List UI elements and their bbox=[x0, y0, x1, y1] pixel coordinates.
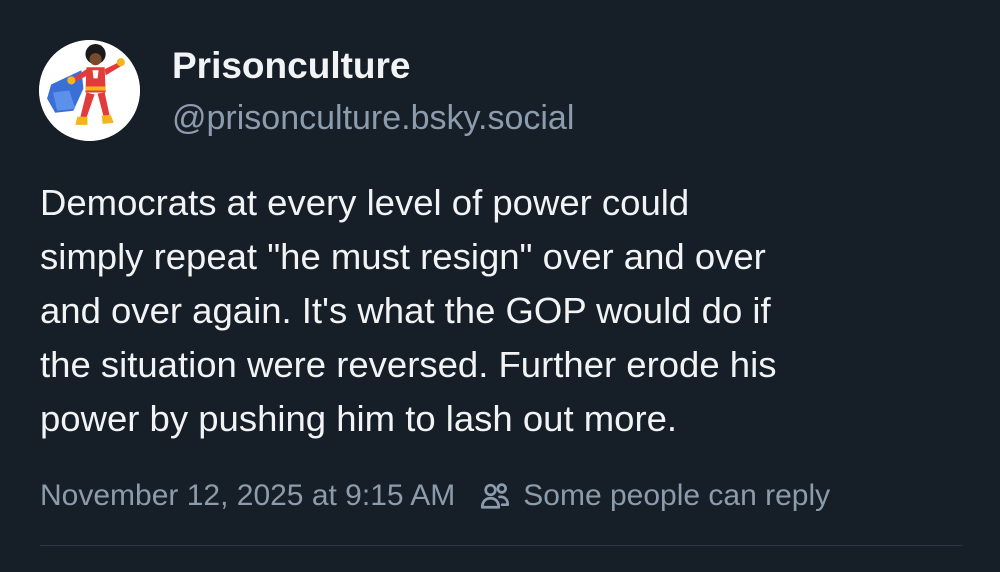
avatar[interactable] bbox=[39, 40, 140, 141]
people-icon bbox=[481, 483, 510, 509]
post-text: Democrats at every level of power could … bbox=[40, 182, 777, 439]
post-timestamp[interactable]: November 12, 2025 at 9:15 AM bbox=[40, 479, 455, 513]
superhero-avatar-icon bbox=[39, 40, 140, 141]
reply-setting-label: Some people can reply bbox=[523, 479, 831, 512]
post-meta: November 12, 2025 at 9:15 AM Some people… bbox=[40, 476, 830, 516]
divider bbox=[40, 545, 962, 546]
author-handle[interactable]: @prisonculture.bsky.social bbox=[172, 99, 574, 138]
reply-setting[interactable]: Some people can reply bbox=[477, 478, 830, 514]
author-display-name[interactable]: Prisonculture bbox=[172, 45, 411, 87]
post-card: Prisonculture @prisonculture.bsky.social… bbox=[0, 0, 1000, 572]
